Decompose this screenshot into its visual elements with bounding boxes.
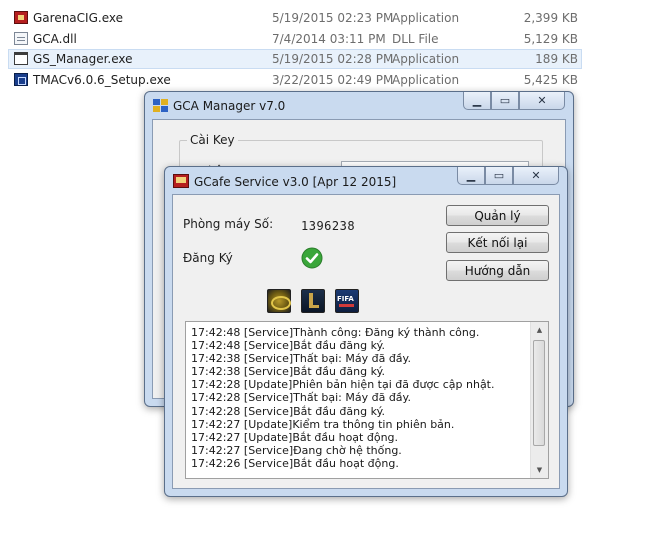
- log-line: 17:42:38 [Service]Thất bại: Máy đã đầy.: [191, 352, 411, 366]
- file-type: Application: [392, 73, 460, 87]
- file-size: 2,399 KB: [523, 11, 578, 25]
- scroll-thumb[interactable]: [533, 340, 545, 446]
- file-row-tmac-setup[interactable]: TMACv6.0.6_Setup.exe 3/22/2015 02:49 PM …: [8, 70, 582, 90]
- file-row-gca-dll[interactable]: GCA.dll 7/4/2014 03:11 PM DLL File 5,129…: [8, 29, 582, 49]
- log-line: 17:42:27 [Update]Kiểm tra thông tin phiê…: [191, 417, 455, 431]
- maximize-button[interactable]: ▭: [491, 92, 519, 110]
- file-type: Application: [392, 11, 460, 25]
- close-button[interactable]: ✕: [519, 92, 565, 110]
- minimize-button[interactable]: ▁: [463, 92, 491, 110]
- fifa-icon-text: FIFA: [337, 295, 354, 303]
- log-line: 17:42:26 [Service]Bắt đầu hoạt động.: [191, 456, 399, 470]
- scroll-up-icon[interactable]: ▲: [531, 322, 548, 338]
- check-icon: [301, 247, 323, 269]
- application-icon: [14, 11, 28, 24]
- maximize-button[interactable]: ▭: [485, 167, 513, 185]
- file-size: 5,129 KB: [523, 32, 578, 46]
- log-line: 17:42:28 [Update]Phiên bản hiện tại đã đ…: [191, 378, 495, 392]
- minimize-icon: ▁: [472, 94, 482, 107]
- file-size: 189 KB: [535, 52, 578, 66]
- gcafe-client-area: Phòng máy Số: 1396238 Đăng Ký Quản lý Kế…: [172, 194, 560, 489]
- file-name: GS_Manager.exe: [33, 52, 133, 66]
- log-line: 17:42:48 [Service]Thành công: Đăng ký th…: [191, 326, 480, 339]
- window-title: GCafe Service v3.0 [Apr 12 2015]: [194, 175, 397, 189]
- close-icon: ✕: [531, 169, 541, 182]
- file-name: TMACv6.0.6_Setup.exe: [33, 73, 171, 87]
- close-icon: ✕: [537, 94, 547, 107]
- room-label: Phòng máy Số:: [183, 217, 274, 231]
- gcafe-service-window[interactable]: GCafe Service v3.0 [Apr 12 2015] ▁ ▭ ✕ P…: [164, 166, 568, 497]
- minimize-button[interactable]: ▁: [457, 167, 485, 185]
- window-app-icon: [14, 52, 28, 65]
- log-line: 17:42:27 [Update]Bắt đầu hoạt động.: [191, 430, 399, 444]
- file-name: GarenaCIG.exe: [33, 11, 123, 25]
- gcafe-app-icon: [173, 174, 189, 188]
- file-date: 7/4/2014 03:11 PM: [272, 32, 386, 46]
- guide-button[interactable]: Hướng dẫn: [446, 260, 549, 281]
- log-line: 17:42:48 [Service]Bắt đầu đăng ký.: [191, 339, 386, 353]
- close-button[interactable]: ✕: [513, 167, 559, 185]
- maximize-icon: ▭: [493, 169, 505, 182]
- file-date: 3/22/2015 02:49 PM: [272, 73, 394, 87]
- scroll-down-icon[interactable]: ▼: [531, 462, 548, 478]
- file-row-garenacig[interactable]: GarenaCIG.exe 5/19/2015 02:23 PM Applica…: [8, 8, 582, 28]
- file-name: GCA.dll: [33, 32, 77, 46]
- file-date: 5/19/2015 02:28 PM: [272, 52, 394, 66]
- service-log[interactable]: 17:42:48 [Service]Thành công: Đăng ký th…: [185, 321, 549, 479]
- gca-app-icon: [153, 99, 168, 112]
- file-type: DLL File: [392, 32, 439, 46]
- window-title: GCA Manager v7.0: [173, 99, 286, 113]
- file-type: Application: [392, 52, 460, 66]
- log-line: 17:42:28 [Service]Thất bại: Máy đã đầy.: [191, 391, 411, 405]
- log-scrollbar[interactable]: ▲ ▼: [530, 322, 548, 478]
- register-label: Đăng Ký: [183, 251, 233, 265]
- setup-icon: [14, 73, 28, 86]
- log-line: 17:42:28 [Service]Bắt đầu đăng ký.: [191, 404, 386, 418]
- key-group-label: Cài Key: [187, 133, 238, 147]
- manage-button[interactable]: Quản lý: [446, 205, 549, 226]
- maximize-icon: ▭: [499, 94, 511, 107]
- reconnect-button[interactable]: Kết nối lại: [446, 232, 549, 253]
- log-lines: 17:42:48 [Service]Thành công: Đăng ký th…: [191, 326, 526, 470]
- dll-file-icon: [14, 32, 28, 45]
- league-of-legends-icon[interactable]: [301, 289, 325, 313]
- log-line: 17:42:38 [Service]Bắt đầu đăng ký.: [191, 365, 386, 379]
- fifa-online-3-icon[interactable]: FIFA: [335, 289, 359, 313]
- file-size: 5,425 KB: [523, 73, 578, 87]
- minimize-icon: ▁: [466, 169, 476, 182]
- room-number: 1396238: [301, 219, 356, 233]
- file-date: 5/19/2015 02:23 PM: [272, 11, 394, 25]
- log-line: 17:42:27 [Service]Đang chờ hệ thống.: [191, 443, 402, 457]
- fifa-online-icon[interactable]: [267, 289, 291, 313]
- file-row-gs-manager[interactable]: GS_Manager.exe 5/19/2015 02:28 PM Applic…: [8, 49, 582, 69]
